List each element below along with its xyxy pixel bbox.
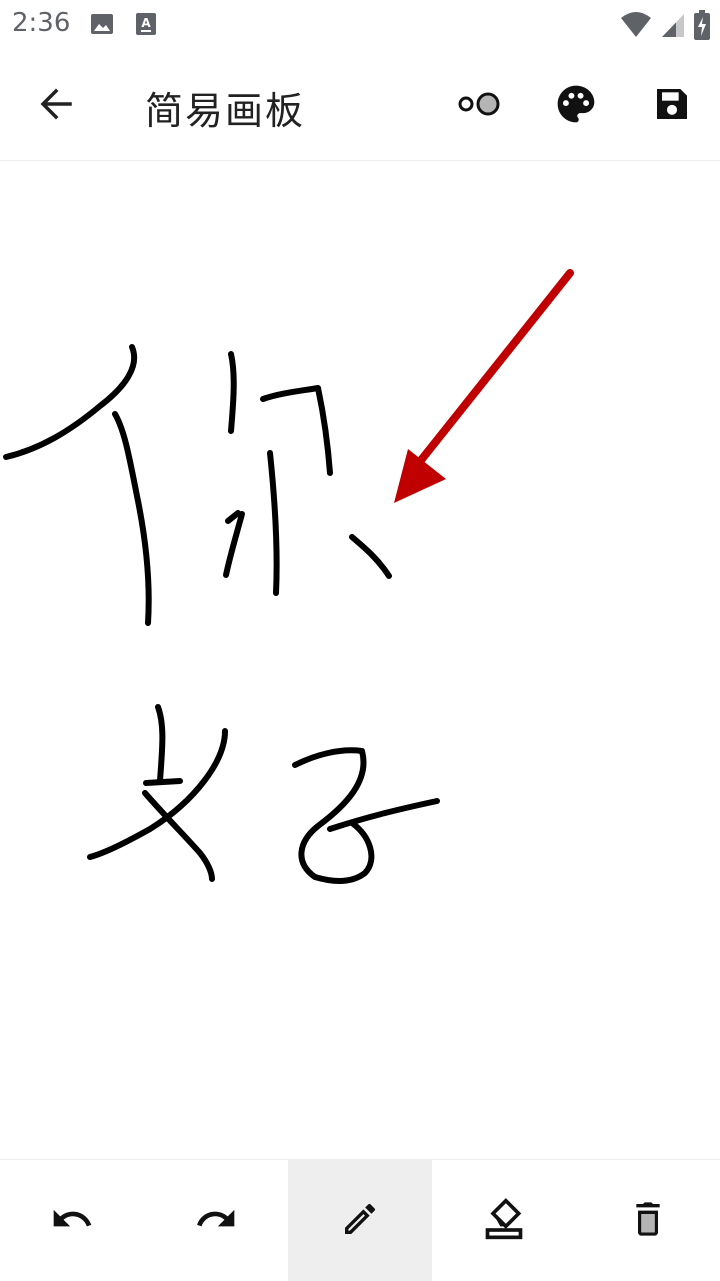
undo-button[interactable] [0,1160,144,1281]
drawing-canvas[interactable] [0,161,720,1159]
delete-icon [628,1199,668,1243]
stroke-size-button[interactable] [452,78,508,134]
bottom-toolbar [0,1159,720,1281]
save-icon [652,84,692,128]
pencil-button[interactable] [288,1160,432,1281]
redo-icon [194,1197,238,1245]
red-arrow-annotation [394,269,574,503]
battery-charging-icon [694,10,710,44]
status-time: 2:36 [12,8,71,38]
handwriting-ni [3,344,392,626]
redo-button[interactable] [144,1160,288,1281]
eraser-icon [482,1197,526,1245]
status-bar: 2:36 A [0,0,720,48]
svg-text:A: A [141,16,151,30]
delete-button[interactable] [576,1160,720,1281]
image-icon [90,12,114,40]
palette-icon [554,82,598,130]
back-arrow-icon [38,86,74,126]
eraser-button[interactable] [432,1160,576,1281]
app-title: 简易画板 [145,89,306,133]
font-download-icon: A [134,12,158,40]
palette-button[interactable] [548,78,604,134]
pencil-icon [340,1199,380,1243]
signal-icon [660,11,686,43]
handwriting-hao [87,704,440,885]
wifi-icon [620,11,652,43]
save-button[interactable] [644,78,700,134]
undo-icon [50,1197,94,1245]
app-bar: 简易画板 [0,48,720,161]
back-button[interactable] [28,78,84,134]
stroke-size-icon [455,89,505,123]
